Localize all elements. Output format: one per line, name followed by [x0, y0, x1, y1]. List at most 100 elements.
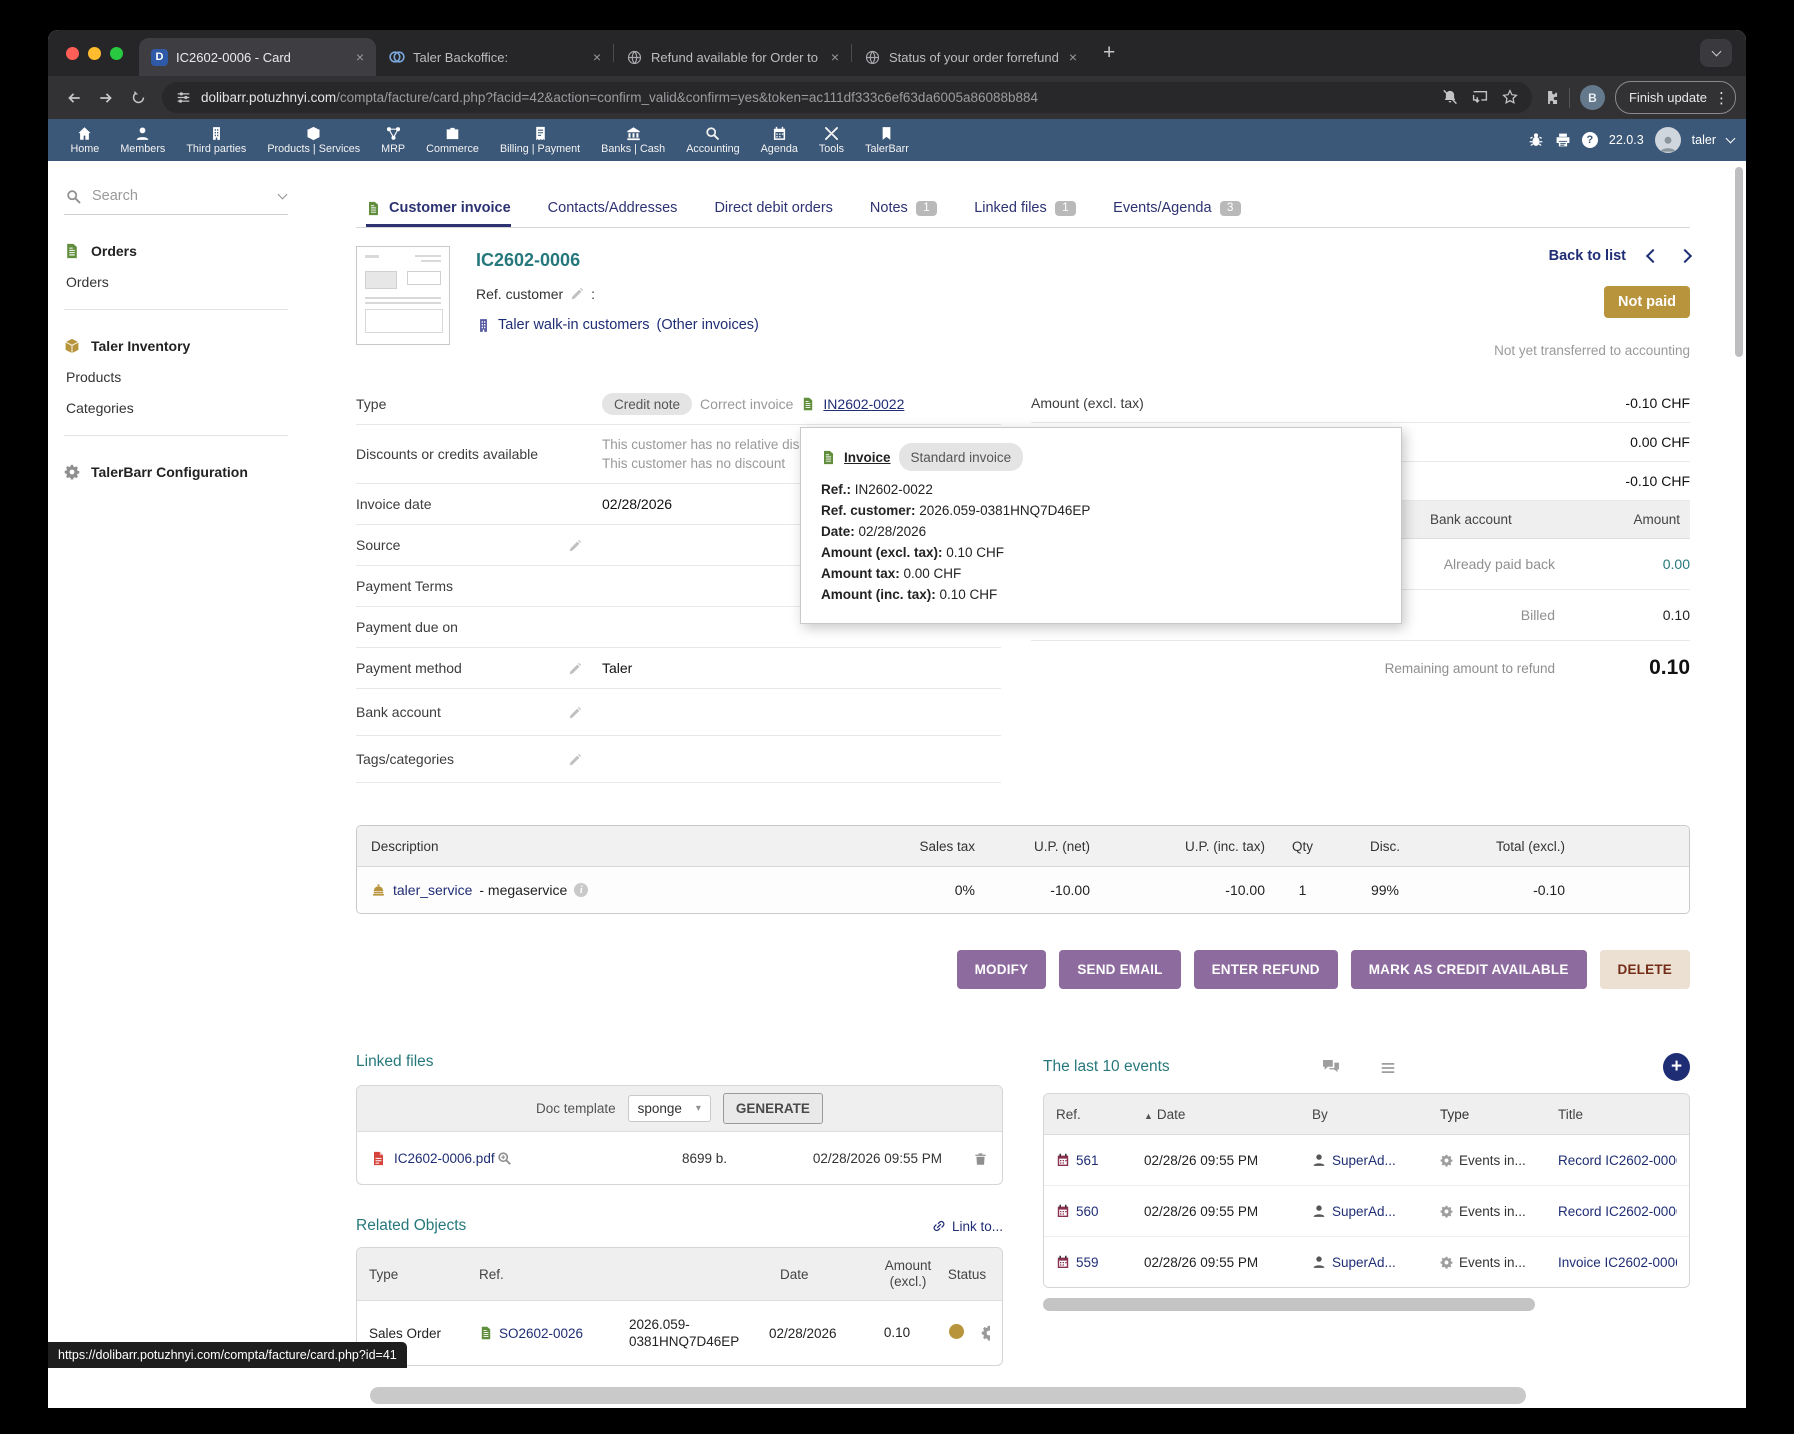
new-tab-button[interactable]: + — [1089, 41, 1129, 65]
menu-members[interactable]: Members — [110, 126, 176, 155]
tab-search-button[interactable] — [1700, 39, 1732, 67]
menu-third-parties[interactable]: Third parties — [176, 126, 257, 155]
generate-button[interactable]: GENERATE — [723, 1093, 823, 1124]
event-title-link[interactable]: Record IC2602-0006 modifie — [1558, 1204, 1677, 1219]
add-event-button[interactable]: + — [1663, 1053, 1690, 1081]
event-title-link[interactable]: Invoice IC2602-0006 validate — [1558, 1255, 1677, 1270]
search-dropdown-chevron-icon[interactable] — [278, 190, 288, 200]
tab-contacts-addresses[interactable]: Contacts/Addresses — [548, 200, 678, 227]
menu-billing-payment[interactable]: Billing | Payment — [489, 126, 590, 155]
close-tab-icon[interactable]: × — [829, 49, 841, 65]
user-name[interactable]: taler — [1692, 133, 1716, 147]
print-icon[interactable] — [1555, 132, 1571, 148]
menu-products-services[interactable]: Products | Services — [257, 126, 371, 155]
extensions-icon[interactable] — [1542, 89, 1559, 107]
customer-link[interactable]: Taler walk-in customers — [498, 317, 650, 333]
close-tab-icon[interactable]: × — [1067, 49, 1079, 65]
product-link[interactable]: taler_service — [393, 882, 472, 898]
forward-button[interactable] — [90, 82, 122, 114]
bookmark-star-icon[interactable] — [1502, 89, 1518, 107]
next-record-icon[interactable] — [1678, 249, 1692, 263]
event-title-link[interactable]: Record IC2602-0006 modifie — [1558, 1153, 1677, 1168]
info-icon[interactable]: i — [574, 883, 588, 897]
tab-customer-invoice[interactable]: Customer invoice — [366, 200, 511, 227]
enter-refund-button[interactable]: ENTER REFUND — [1194, 950, 1338, 989]
previous-record-icon[interactable] — [1646, 249, 1660, 263]
sidebar-item-categories[interactable]: Categories — [64, 400, 288, 416]
site-settings-icon[interactable] — [176, 89, 191, 107]
sales-order-link[interactable]: SO2602-0026 — [499, 1326, 583, 1341]
help-icon[interactable]: ? — [1582, 132, 1598, 148]
sidebar-section-talerbarr-config[interactable]: TalerBarr Configuration — [64, 464, 288, 480]
close-tab-icon[interactable]: × — [354, 49, 366, 65]
menu-banks-cash[interactable]: Banks | Cash — [591, 126, 676, 155]
event-ref-link[interactable]: 560 — [1076, 1204, 1099, 1219]
event-user-link[interactable]: SuperAd... — [1332, 1153, 1396, 1168]
column-header: Qty — [1265, 839, 1340, 854]
edit-pencil-icon[interactable] — [568, 753, 582, 767]
profile-avatar[interactable]: B — [1580, 85, 1605, 110]
bottom-sections: Linked files Doc template sponge ▾ GENER… — [356, 1053, 1690, 1366]
correct-invoice-link[interactable]: IN2602-0022 — [823, 396, 904, 412]
close-tab-icon[interactable]: × — [591, 49, 603, 65]
tab-linked-files[interactable]: Linked files1 — [974, 200, 1076, 227]
menu-accounting[interactable]: Accounting — [676, 126, 750, 155]
close-window-button[interactable] — [66, 47, 79, 60]
tab-events-agenda[interactable]: Events/Agenda3 — [1113, 200, 1241, 227]
event-user-link[interactable]: SuperAd... — [1332, 1204, 1396, 1219]
event-ref-link[interactable]: 561 — [1076, 1153, 1099, 1168]
zoom-window-button[interactable] — [110, 47, 123, 60]
doc-template-select[interactable]: sponge ▾ — [628, 1095, 711, 1122]
browser-tab[interactable]: Taler Backoffice: × — [376, 38, 613, 76]
reload-button[interactable] — [122, 82, 154, 114]
edit-pencil-icon[interactable] — [570, 287, 584, 301]
modify-button[interactable]: MODIFY — [957, 950, 1047, 989]
back-to-list-link[interactable]: Back to list — [1549, 248, 1626, 264]
preview-zoom-icon[interactable] — [497, 1151, 512, 1166]
install-page-icon[interactable] — [1472, 89, 1488, 107]
mark-credit-available-button[interactable]: MARK AS CREDIT AVAILABLE — [1351, 950, 1587, 989]
file-link[interactable]: IC2602-0006.pdf — [394, 1151, 495, 1166]
menu-commerce[interactable]: Commerce — [416, 126, 490, 155]
address-bar[interactable]: dolibarr.potuzhnyi.com/compta/facture/ca… — [162, 82, 1532, 113]
menu-tools[interactable]: Tools — [808, 126, 854, 155]
browser-tab[interactable]: Refund available for Order to × — [614, 38, 851, 76]
column-header-date[interactable]: ▲Date — [1144, 1107, 1312, 1122]
tooltip-invoice-link[interactable]: Invoice — [844, 447, 891, 468]
user-avatar[interactable] — [1655, 127, 1681, 153]
finish-update-button[interactable]: Finish update ⋮ — [1615, 81, 1736, 114]
menu-agenda[interactable]: Agenda — [750, 126, 808, 155]
menu-mrp[interactable]: MRP — [371, 126, 416, 155]
other-invoices-link[interactable]: (Other invoices) — [657, 317, 759, 333]
menu-home[interactable]: Home — [60, 126, 110, 155]
back-button[interactable] — [58, 82, 90, 114]
delete-button[interactable]: DELETE — [1600, 950, 1690, 989]
search-input[interactable] — [90, 187, 270, 205]
trash-icon[interactable] — [973, 1151, 988, 1166]
send-email-button[interactable]: SEND EMAIL — [1059, 950, 1180, 989]
invoice-pdf-thumbnail[interactable] — [356, 246, 450, 345]
edit-pencil-icon[interactable] — [568, 662, 582, 676]
page-scrollbar[interactable] — [1735, 167, 1743, 357]
debug-bug-icon[interactable] — [1528, 132, 1544, 148]
menu-talerbarr[interactable]: TalerBarr — [855, 126, 920, 155]
tab-notes[interactable]: Notes1 — [870, 200, 937, 227]
list-view-icon[interactable] — [1378, 1058, 1398, 1075]
sidebar-item-orders[interactable]: Orders — [64, 274, 288, 290]
event-ref-link[interactable]: 559 — [1076, 1255, 1099, 1270]
browser-tab[interactable]: Status of your order forrefund × — [852, 38, 1089, 76]
user-menu-chevron-icon[interactable] — [1726, 134, 1736, 144]
minimize-window-button[interactable] — [88, 47, 101, 60]
browser-tab-active[interactable]: D IC2602-0006 - Card × — [139, 38, 376, 76]
link-to-button[interactable]: Link to... — [932, 1219, 1003, 1234]
event-user-link[interactable]: SuperAd... — [1332, 1255, 1396, 1270]
edit-pencil-icon[interactable] — [568, 539, 582, 553]
bottom-horizontal-scrollbar[interactable] — [370, 1387, 1526, 1404]
sidebar-item-products[interactable]: Products — [64, 369, 288, 385]
edit-pencil-icon[interactable] — [568, 706, 582, 720]
messages-icon[interactable] — [1320, 1058, 1342, 1076]
events-horizontal-scrollbar[interactable] — [1043, 1298, 1535, 1311]
notifications-blocked-icon[interactable] — [1442, 89, 1458, 107]
tab-direct-debit-orders[interactable]: Direct debit orders — [714, 200, 832, 227]
browser-menu-icon[interactable]: ⋮ — [1714, 89, 1729, 107]
